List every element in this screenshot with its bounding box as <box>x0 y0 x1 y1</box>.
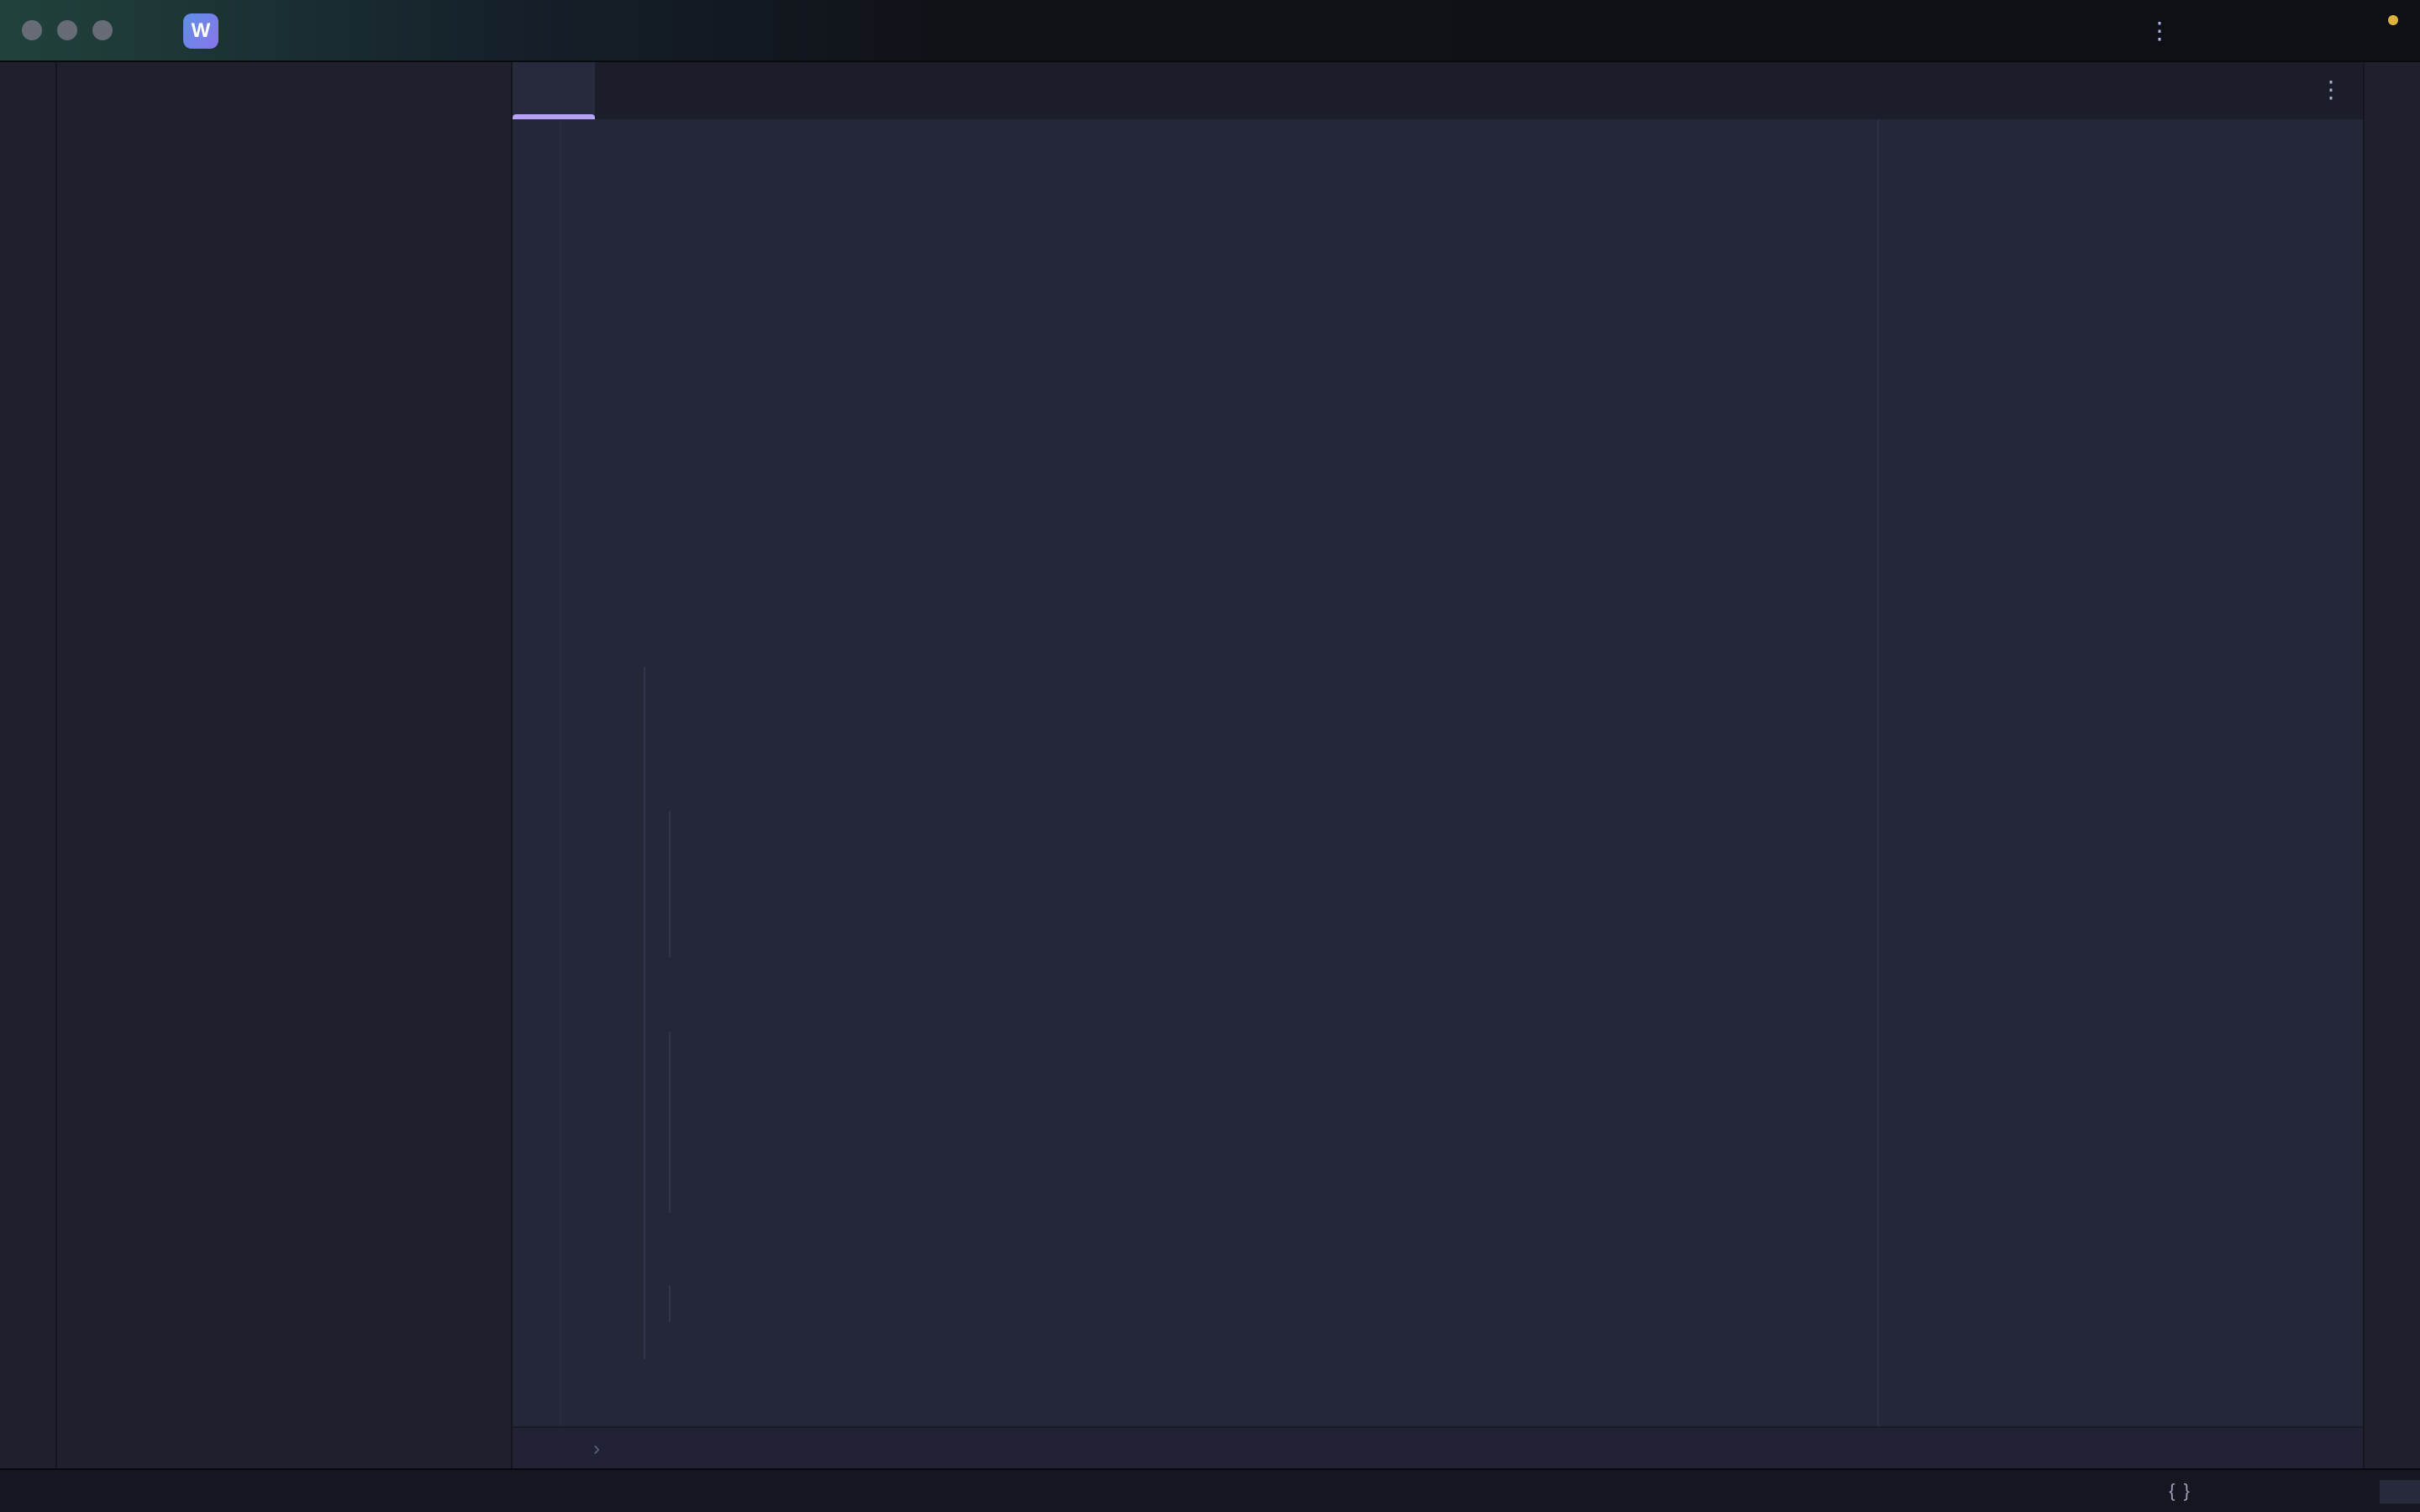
chevron-down-icon <box>350 23 365 38</box>
chevron-down-icon <box>89 80 104 95</box>
ide-window: W ⋮ <box>0 0 2420 1512</box>
editor-options-button[interactable]: ⋮ <box>2319 76 2343 104</box>
memory-indicator[interactable] <box>2380 1479 2420 1503</box>
check-circle-icon <box>2038 1479 2061 1503</box>
search-everywhere-button[interactable] <box>2323 18 2346 42</box>
braces-icon: { } <box>2169 1481 2191 1501</box>
project-tool-window <box>57 62 513 1468</box>
editor-tab-bar: ⋮ <box>513 62 2363 119</box>
left-tool-stripe <box>0 62 57 1468</box>
lock-open-icon[interactable] <box>2282 1479 2306 1503</box>
chevron-down-icon <box>249 23 264 38</box>
chevron-down-icon <box>2005 23 2020 38</box>
code-with-me-button[interactable] <box>2275 18 2299 42</box>
project-avatar: W <box>183 13 218 48</box>
wakatime-widget[interactable] <box>2038 1479 2070 1503</box>
project-tree <box>57 113 511 1468</box>
settings-badge <box>2388 15 2398 25</box>
project-menu[interactable] <box>230 18 274 43</box>
git-branch-widget[interactable] <box>2225 1479 2257 1503</box>
debug-button[interactable] <box>2101 18 2124 42</box>
status-bar: { } <box>0 1468 2420 1512</box>
run-button[interactable] <box>2054 18 2077 42</box>
title-bar: W ⋮ <box>0 0 2420 62</box>
vue-file-icon <box>531 80 555 102</box>
breadcrumbs: › <box>513 1426 2363 1468</box>
window-controls <box>0 20 136 40</box>
editor-area: ⋮ › <box>513 62 2363 1468</box>
minimize-window-button[interactable] <box>57 20 77 40</box>
right-tool-stripe <box>2363 62 2420 1468</box>
tab-activity-vue[interactable] <box>513 62 595 119</box>
maximize-window-button[interactable] <box>92 20 113 40</box>
vcs-branch-menu[interactable] <box>297 13 375 48</box>
breadcrumb-separator: › <box>593 1436 600 1460</box>
language-services-widget[interactable]: { } <box>2169 1481 2200 1501</box>
close-window-button[interactable] <box>22 20 42 40</box>
code-editor[interactable] <box>513 119 2363 1426</box>
git-branch-icon <box>2225 1479 2249 1503</box>
run-configuration-selector[interactable] <box>1986 18 2030 43</box>
ai-robot-icon[interactable] <box>2120 1479 2144 1503</box>
problems-icon[interactable] <box>2331 1479 2354 1503</box>
inspections-ok-icon[interactable] <box>2292 133 2319 160</box>
git-branch-icon <box>308 18 333 43</box>
settings-button[interactable] <box>2370 18 2393 42</box>
project-panel-header[interactable] <box>57 62 511 113</box>
more-actions-button[interactable]: ⋮ <box>2148 22 2171 39</box>
